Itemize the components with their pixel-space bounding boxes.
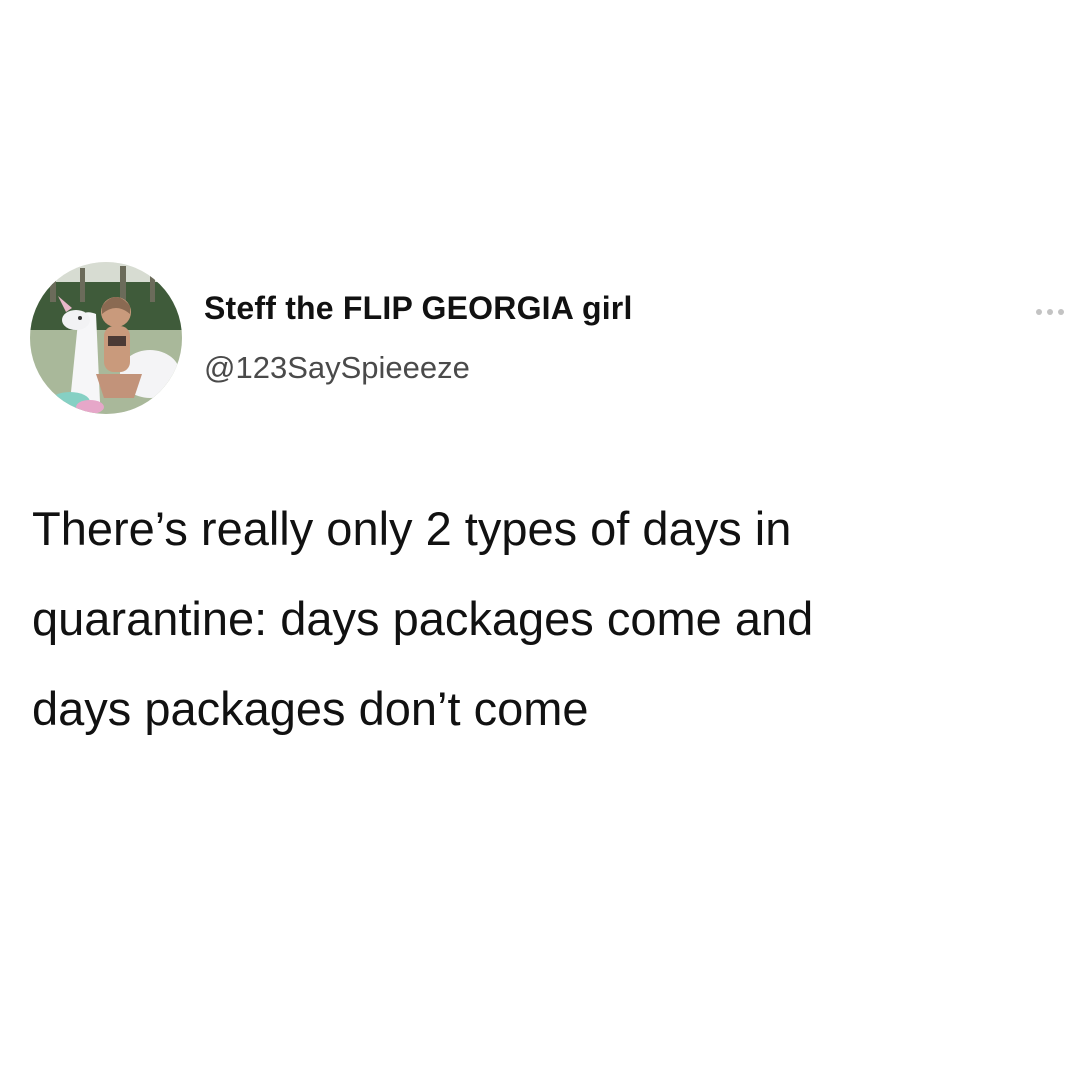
tweet-card: Steff the FLIP GEORGIA girl @123SaySpiee…: [0, 0, 1080, 1080]
tweet-text-line: There’s really only 2 types of days in: [32, 502, 792, 555]
tweet-text: There’s really only 2 types of days in q…: [32, 484, 1052, 754]
more-horizontal-icon-dot: [1058, 309, 1064, 315]
more-options-button[interactable]: [1030, 298, 1070, 326]
more-horizontal-icon: [1036, 309, 1042, 315]
more-horizontal-icon-dot: [1047, 309, 1053, 315]
display-name[interactable]: Steff the FLIP GEORGIA girl: [204, 290, 633, 327]
tweet-text-line: quarantine: days packages come and: [32, 592, 814, 645]
avatar-photo: [30, 262, 182, 414]
tweet-text-line: days packages don’t come: [32, 682, 589, 735]
user-handle[interactable]: @123SaySpieeeze: [204, 350, 470, 386]
avatar[interactable]: [30, 262, 182, 414]
